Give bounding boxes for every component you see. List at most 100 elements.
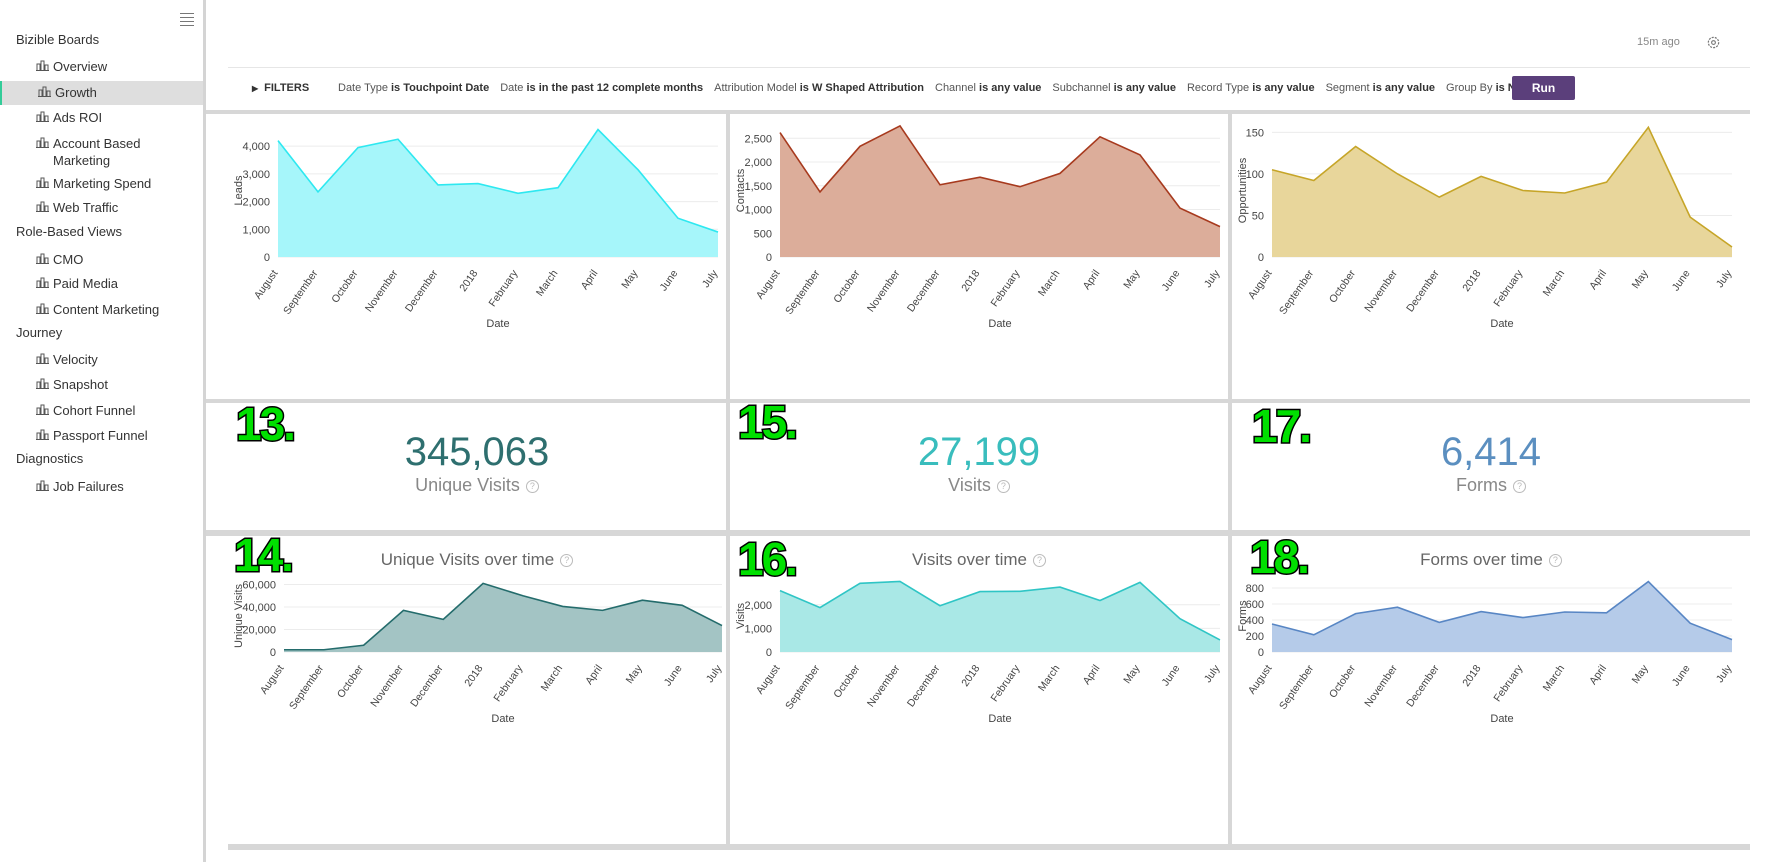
bar-chart-icon bbox=[36, 111, 49, 122]
bar-chart-icon bbox=[38, 86, 51, 97]
x-tick-label: August bbox=[754, 268, 783, 302]
x-tick-label: May bbox=[624, 662, 646, 686]
help-icon[interactable]: ? bbox=[996, 479, 1010, 493]
sidebar-item-label: Passport Funnel bbox=[53, 428, 148, 443]
sidebar-item-label: Overview bbox=[53, 59, 108, 74]
x-tick-label: September bbox=[783, 662, 823, 711]
chart-title: Unique Visits over time? bbox=[228, 550, 726, 570]
x-axis-label: Date bbox=[988, 713, 1011, 725]
kpi-visits: 15. 27,199 Visits? bbox=[730, 395, 1228, 530]
area-fill bbox=[1272, 581, 1732, 652]
sidebar-group-diagnostics: Diagnostics bbox=[16, 451, 84, 466]
x-tick-label: April bbox=[579, 268, 601, 292]
filter-channel[interactable]: Channel is any value bbox=[935, 82, 1041, 94]
y-tick-label: 150 bbox=[1246, 127, 1264, 139]
y-tick-label: 1,000 bbox=[744, 623, 772, 635]
sidebar-item-label: Paid Media bbox=[53, 276, 119, 291]
y-tick-label: 800 bbox=[1246, 583, 1264, 595]
forms-chart: 0200400600800August September October Novem… bbox=[1237, 580, 1735, 725]
sidebar-item-job-failures[interactable]: Job Failures bbox=[0, 475, 203, 499]
sidebar-item-velocity[interactable]: Velocity bbox=[0, 348, 203, 372]
x-tick-label: July bbox=[700, 267, 721, 290]
y-tick-label: 0 bbox=[766, 647, 772, 659]
x-tick-label: October bbox=[831, 662, 863, 700]
sidebar-group-journey: Journey bbox=[16, 325, 63, 340]
x-axis-label: Date bbox=[491, 713, 514, 725]
x-tick-label: September bbox=[281, 267, 321, 316]
x-axis-label: Date bbox=[1490, 318, 1513, 330]
x-tick-label: June bbox=[1160, 663, 1183, 689]
filter-summary[interactable]: Date Type is Touchpoint Date Date is in t… bbox=[338, 82, 1546, 94]
y-axis-label: Contacts bbox=[735, 168, 747, 212]
x-tick-label: 2018 bbox=[457, 268, 480, 294]
bar-chart-icon bbox=[36, 303, 49, 314]
sidebar-item-overview[interactable]: Overview bbox=[0, 55, 203, 79]
y-tick-label: 2,500 bbox=[744, 133, 772, 145]
filters-toggle[interactable]: ▶ FILTERS bbox=[252, 82, 309, 94]
sidebar-item-cmo[interactable]: CMO bbox=[0, 248, 203, 272]
hamburger-menu-icon[interactable] bbox=[180, 13, 194, 26]
sidebar-item-passport-funnel[interactable]: Passport Funnel bbox=[0, 424, 203, 448]
help-icon[interactable]: ? bbox=[1032, 554, 1046, 568]
help-icon[interactable]: ? bbox=[1513, 479, 1526, 493]
filter-record-type[interactable]: Record Type is any value bbox=[1187, 82, 1315, 94]
sidebar-item-label: Account Based Marketing bbox=[53, 136, 141, 168]
help-icon[interactable]: ? bbox=[1548, 554, 1562, 568]
sidebar-item-ads-roi[interactable]: Ads ROI bbox=[0, 106, 203, 130]
filter-date-type[interactable]: Date Type is Touchpoint Date bbox=[338, 82, 489, 94]
help-icon[interactable]: ? bbox=[525, 479, 539, 493]
filter-subchannel[interactable]: Subchannel is any value bbox=[1052, 82, 1176, 94]
x-tick-label: July bbox=[1714, 267, 1735, 290]
bar-chart-icon bbox=[36, 277, 49, 288]
area-fill bbox=[284, 583, 722, 652]
y-tick-label: 0 bbox=[264, 252, 270, 264]
x-tick-label: February bbox=[491, 662, 525, 704]
bar-chart-icon bbox=[36, 177, 49, 188]
x-tick-label: November bbox=[1362, 662, 1400, 709]
x-tick-label: April bbox=[1081, 663, 1103, 687]
run-button[interactable]: Run bbox=[1512, 76, 1575, 100]
filter-attribution-model[interactable]: Attribution Model is W Shaped Attributio… bbox=[714, 82, 924, 94]
sidebar-item-label: Marketing Spend bbox=[53, 176, 152, 191]
x-tick-label: December bbox=[1404, 662, 1442, 709]
y-tick-label: 2,000 bbox=[744, 600, 772, 612]
caret-right-icon: ▶ bbox=[252, 84, 259, 93]
sidebar-item-label: Ads ROI bbox=[53, 110, 103, 125]
contacts-chart: 0 500 1,000 1,500 2,000 2,500 August September O… bbox=[735, 124, 1223, 330]
kpi-value: 27,199 bbox=[917, 430, 1041, 474]
bar-chart-icon bbox=[36, 60, 49, 71]
area-fill bbox=[780, 125, 1220, 258]
x-tick-label: March bbox=[1541, 268, 1568, 299]
x-tick-label: October bbox=[1327, 662, 1359, 700]
sidebar-item-web-traffic[interactable]: Web Traffic bbox=[0, 196, 203, 220]
help-icon[interactable]: ? bbox=[560, 554, 574, 568]
sidebar-item-marketing-spend[interactable]: Marketing Spend bbox=[0, 172, 203, 196]
x-tick-label: July bbox=[1714, 662, 1735, 685]
chart-title: Forms over time? bbox=[1232, 550, 1750, 570]
x-tick-label: December bbox=[1404, 267, 1442, 314]
filter-date[interactable]: Date is in the past 12 complete months bbox=[500, 82, 703, 94]
contacts-chart-panel: 0 500 1,000 1,500 2,000 2,500 August September O… bbox=[730, 114, 1228, 399]
sidebar-item-growth[interactable]: Growth bbox=[0, 81, 203, 105]
opportunities-chart-panel: 0 50 100 150 August September October November D… bbox=[1232, 114, 1750, 399]
gear-icon[interactable] bbox=[1706, 35, 1721, 50]
x-tick-label: November bbox=[368, 662, 406, 709]
bar-chart-icon bbox=[36, 353, 49, 364]
bar-chart-icon bbox=[36, 429, 49, 440]
sidebar-item-snapshot[interactable]: Snapshot bbox=[0, 373, 203, 397]
x-tick-label: April bbox=[583, 663, 605, 687]
x-tick-label: June bbox=[1160, 268, 1183, 294]
y-tick-label: 0 bbox=[766, 252, 772, 264]
sidebar-item-content-marketing[interactable]: Content Marketing bbox=[0, 298, 203, 322]
x-tick-label: April bbox=[1587, 268, 1609, 292]
x-tick-label: December bbox=[905, 267, 943, 314]
sidebar-item-paid-media[interactable]: Paid Media bbox=[0, 272, 203, 296]
filter-segment[interactable]: Segment is any value bbox=[1326, 82, 1435, 94]
x-tick-label: December bbox=[905, 662, 943, 709]
sidebar-item-cohort-funnel[interactable]: Cohort Funnel bbox=[0, 399, 203, 423]
x-tick-label: December bbox=[408, 662, 446, 709]
x-tick-label: March bbox=[539, 663, 566, 694]
x-tick-label: 2018 bbox=[959, 268, 982, 294]
visits-chart-panel: 0 1,000 2,000 August September October Novembe… bbox=[730, 532, 1228, 844]
sidebar-item-account-based-marketing[interactable]: Account Based Marketing bbox=[0, 132, 203, 168]
